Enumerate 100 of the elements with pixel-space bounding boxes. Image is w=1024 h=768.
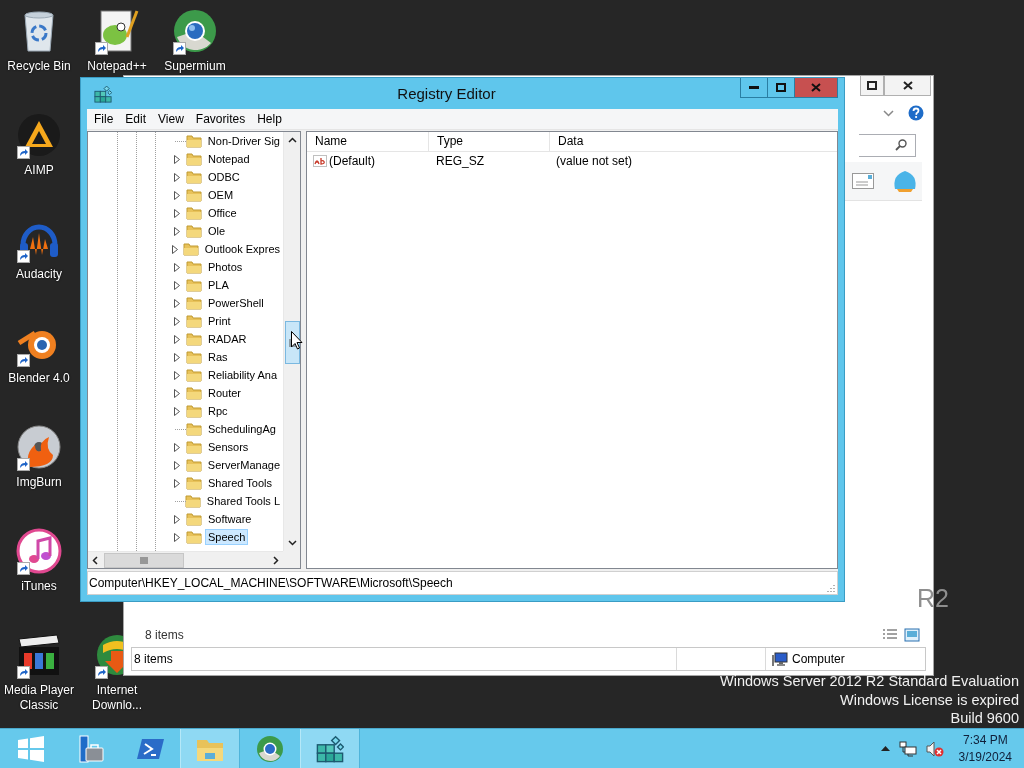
registry-cubes-icon[interactable]	[94, 85, 112, 103]
close-icon	[811, 83, 821, 92]
tree-item[interactable]: Ras	[205, 349, 231, 365]
tree-item[interactable]: SchedulingAg	[205, 421, 279, 437]
music-note-icon[interactable]	[15, 527, 63, 575]
expand-arrow-icon[interactable]	[174, 388, 180, 398]
close-icon	[902, 81, 913, 90]
expand-arrow-icon[interactable]	[174, 532, 180, 542]
taskbar-button[interactable]	[300, 729, 360, 768]
logo-text: R2	[917, 584, 949, 613]
network-icon[interactable]	[898, 740, 917, 757]
details-view-icon[interactable]	[882, 628, 898, 642]
tree-item[interactable]: Ole	[205, 223, 229, 239]
tree-item[interactable]: Rpc	[205, 403, 231, 419]
card-icon[interactable]	[852, 173, 874, 189]
search-field[interactable]	[859, 133, 916, 157]
folder-icon	[182, 241, 199, 257]
expand-arrow-icon[interactable]	[172, 244, 179, 254]
show-hidden-icons-icon[interactable]	[880, 746, 890, 751]
column-header[interactable]: Name	[307, 132, 429, 151]
tree-item[interactable]: ServerManage	[204, 457, 283, 473]
maximize-button[interactable]	[860, 76, 884, 96]
tree-item[interactable]: RADAR	[205, 331, 250, 347]
expand-arrow-icon[interactable]	[174, 406, 180, 416]
expand-arrow-icon[interactable]	[174, 442, 180, 452]
size-grip-icon	[826, 583, 835, 593]
tree-item[interactable]: Sensors	[205, 439, 252, 455]
computer-icon	[772, 651, 788, 667]
expand-arrow-icon[interactable]	[174, 190, 180, 200]
folder-icon	[185, 457, 202, 473]
help-icon[interactable]	[908, 105, 924, 121]
menu-item[interactable]: View	[152, 110, 190, 128]
tree-item[interactable]: Software	[205, 511, 255, 527]
browser-icon[interactable]	[171, 7, 219, 55]
triangle-logo-icon[interactable]	[15, 111, 63, 159]
vertical-scrollbar[interactable]	[283, 132, 300, 551]
tree-item[interactable]: Reliability Ana	[205, 367, 281, 383]
tree-item[interactable]: Photos	[205, 259, 246, 275]
desktop-icon-label[interactable]: Recycle Bin	[1, 59, 77, 74]
desktop-icon-label[interactable]: AIMP	[1, 163, 77, 178]
item-count: 8 items	[145, 628, 185, 642]
desktop-icon-label[interactable]: Media Player Classic	[1, 683, 77, 713]
tree-item[interactable]: Non-Driver Sig	[204, 133, 283, 149]
column-header[interactable]: Type	[429, 132, 550, 151]
scroll-down-icon[interactable]	[287, 540, 297, 546]
desktop-icon-label[interactable]: Supermium	[157, 59, 233, 74]
volume-muted-icon[interactable]	[925, 740, 944, 757]
menu-item[interactable]: Edit	[119, 110, 153, 128]
expand-arrow-icon[interactable]	[174, 514, 180, 524]
folder-icon	[185, 133, 202, 149]
menu-item[interactable]: Favorites	[189, 110, 252, 128]
tree-item[interactable]: PowerShell	[205, 295, 267, 311]
disc-flame-icon[interactable]	[15, 423, 63, 471]
expand-arrow-icon[interactable]	[173, 460, 180, 470]
folder-icon	[186, 313, 202, 329]
menu-item[interactable]: Help	[251, 110, 288, 128]
menu-item[interactable]: File	[88, 110, 120, 128]
tree-item[interactable]: Print	[205, 313, 234, 329]
scroll-left-icon[interactable]	[92, 555, 98, 565]
expand-arrow-icon[interactable]	[174, 226, 180, 236]
expand-arrow-icon[interactable]	[174, 352, 180, 362]
scroll-right-icon[interactable]	[273, 555, 279, 565]
scroll-up-icon[interactable]	[287, 137, 297, 143]
minimize-button[interactable]	[740, 78, 768, 98]
expand-arrow-icon[interactable]	[174, 208, 180, 218]
desktop-icon-label[interactable]: Blender 4.0	[1, 371, 77, 386]
desktop-icon-label[interactable]: Internet Downlo...	[79, 683, 155, 713]
tree-item[interactable]: Notepad	[205, 151, 253, 167]
expand-arrow-icon[interactable]	[174, 154, 180, 164]
expand-arrow-icon[interactable]	[174, 298, 180, 308]
expand-arrow-icon[interactable]	[174, 172, 180, 182]
tree-item[interactable]: Router	[205, 385, 245, 401]
horizontal-scrollbar[interactable]	[88, 551, 283, 568]
folder-icon	[186, 259, 202, 275]
tree-item[interactable]: OEM	[205, 187, 237, 203]
expand-arrow-icon[interactable]	[174, 478, 180, 488]
tree-item[interactable]: Shared Tools	[205, 475, 275, 491]
close-button[interactable]	[884, 76, 931, 96]
tree-item[interactable]: Speech	[205, 529, 249, 545]
desktop-icon-label[interactable]: ImgBurn	[1, 475, 77, 490]
column-header[interactable]: Data	[550, 132, 837, 151]
tree-item[interactable]: Shared Tools L	[203, 493, 283, 509]
expand-arrow-icon[interactable]	[174, 280, 180, 290]
tree-item[interactable]: Outlook Expres	[201, 241, 283, 257]
folder-icon	[186, 349, 202, 365]
desktop-icon-label[interactable]: iTunes	[1, 579, 77, 594]
tree-item[interactable]: Office	[205, 205, 240, 221]
status-text: 8 items	[134, 652, 173, 666]
tree-item[interactable]: PLA	[205, 277, 232, 293]
clock[interactable]: 7:34 PM 3/19/2024	[952, 731, 1016, 766]
expand-arrow-icon[interactable]	[174, 334, 180, 344]
expand-arrow-icon[interactable]	[174, 370, 180, 380]
expand-arrow-icon[interactable]	[174, 262, 180, 272]
string-value-icon	[313, 155, 327, 167]
desktop-icon-label[interactable]: Audacity	[1, 267, 77, 282]
tree-item[interactable]: ODBC	[205, 169, 243, 185]
chevron-down-icon[interactable]	[883, 109, 894, 117]
scroll-thumb[interactable]	[104, 552, 184, 568]
expand-arrow-icon[interactable]	[174, 316, 180, 326]
desktop-icon-label[interactable]: Notepad++	[79, 59, 155, 74]
